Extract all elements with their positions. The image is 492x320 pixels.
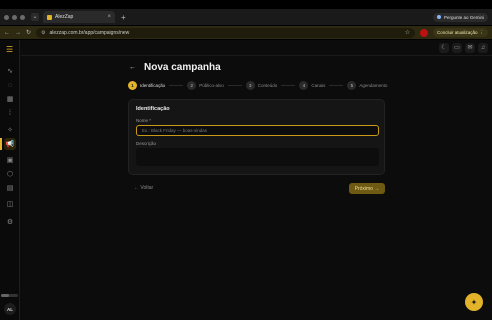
stepper: 1 Identificação 2 Público-alvo 3 Conteúd…: [128, 81, 387, 90]
building-icon[interactable]: ▦: [4, 93, 16, 105]
browser-toolbar: ← → ↻ ⚙ alezzap.com.br/app/campaigns/new…: [0, 26, 492, 39]
name-label: Nome *: [136, 118, 152, 123]
update-label: Concluir atualização: [436, 30, 478, 35]
step-label: Conteúdo: [257, 83, 278, 88]
back-arrow-icon[interactable]: ←: [129, 64, 136, 71]
box-icon[interactable]: ⬡: [4, 168, 16, 180]
sidebar: ☰ ∿ ◌ ▦ ⁞ ✧ 📢 ▣ ⬡ ▤ ◫ ⚙ AL: [0, 40, 20, 320]
profile-avatar-icon[interactable]: [419, 28, 428, 37]
address-bar[interactable]: ⚙ alezzap.com.br/app/campaigns/new ☆: [36, 27, 415, 38]
update-button[interactable]: Concluir atualização ⋮: [432, 28, 488, 37]
description-textarea[interactable]: [136, 148, 379, 166]
site-info-icon[interactable]: ⚙: [41, 30, 45, 36]
logo-icon[interactable]: ☰: [6, 46, 14, 54]
step-number: 1: [128, 81, 137, 90]
app: ☰ ∿ ◌ ▦ ⁞ ✧ 📢 ▣ ⬡ ▤ ◫ ⚙ AL ☾ ▭ ✉ ♫ ← Nov…: [0, 40, 492, 320]
screen: ⌄ AlezZap × + Pergunte ao Gemini ← → ↻ ⚙…: [0, 0, 492, 320]
bookmark-star-icon[interactable]: ☆: [405, 29, 410, 36]
name-input[interactable]: Ex.: Black Friday — boas-vindas: [136, 125, 379, 136]
close-tab-icon[interactable]: ×: [107, 14, 111, 20]
step-divider: [227, 85, 242, 86]
page-header: ← Nova campanha: [129, 62, 221, 73]
menu-dots-icon: ⋮: [479, 29, 485, 35]
page-title: Nova campanha: [144, 62, 221, 73]
step-divider: [169, 85, 184, 86]
settings-gear-icon[interactable]: ⚙: [4, 216, 16, 228]
identification-card: Identificação Nome * Ex.: Black Friday —…: [128, 99, 385, 175]
step-identificacao[interactable]: 1 Identificação: [128, 81, 165, 90]
section-title: Identificação: [136, 106, 170, 112]
message-icon[interactable]: ✉: [465, 43, 475, 53]
megaphone-icon[interactable]: 📢: [4, 138, 16, 150]
forward-nav-icon[interactable]: →: [15, 30, 21, 36]
next-label: Próximo →: [354, 185, 380, 192]
step-label: Agendamento: [359, 83, 388, 88]
calendar-icon[interactable]: ▤: [4, 182, 16, 194]
step-label: Canais: [311, 83, 326, 88]
activity-icon[interactable]: ∿: [4, 65, 16, 77]
window-controls[interactable]: [4, 14, 25, 20]
favicon-icon: [47, 14, 52, 20]
tab-title: AlezZap: [55, 14, 74, 20]
bell-icon[interactable]: ♫: [478, 43, 488, 53]
back-button[interactable]: ← Voltar: [134, 185, 153, 191]
app-topbar: ☾ ▭ ✉ ♫: [21, 40, 492, 56]
browser-tabbar: ⌄ AlezZap × + Pergunte ao Gemini: [0, 9, 492, 25]
tab-search-icon[interactable]: ⌄: [31, 13, 39, 21]
user-avatar[interactable]: AL: [4, 303, 16, 315]
step-divider: [329, 85, 344, 86]
step-publico-alvo[interactable]: 2 Público-alvo: [187, 81, 224, 90]
step-canais[interactable]: 4 Canais: [299, 81, 325, 90]
active-indicator: [0, 138, 2, 150]
name-placeholder: Ex.: Black Friday — boas-vindas: [142, 128, 208, 133]
step-label: Identificação: [140, 83, 166, 88]
gemini-icon: [436, 15, 441, 19]
step-number: 2: [187, 81, 197, 90]
code-icon[interactable]: ⁞: [4, 107, 16, 119]
new-tab-icon[interactable]: +: [121, 13, 126, 22]
step-number: 5: [347, 81, 357, 90]
url-text: alezzap.com.br/app/campaigns/new: [49, 29, 130, 36]
step-agendamento[interactable]: 5 Agendamento: [347, 81, 387, 90]
sparkle-icon[interactable]: ✧: [4, 124, 16, 136]
step-conteudo[interactable]: 3 Conteúdo: [245, 81, 278, 90]
assistant-fab[interactable]: ✦: [465, 293, 483, 311]
gemini-button[interactable]: Pergunte ao Gemini: [432, 12, 488, 22]
step-number: 4: [299, 81, 309, 90]
files-icon[interactable]: ▣: [4, 154, 16, 166]
browser-tab[interactable]: AlezZap ×: [43, 11, 115, 23]
sidebar-scrollbar[interactable]: [1, 294, 18, 297]
chat-icon[interactable]: ◌: [4, 79, 16, 91]
description-label: Descrição: [136, 141, 157, 146]
gemini-label: Pergunte ao Gemini: [443, 14, 484, 20]
sparkles-icon: ✦: [470, 297, 478, 307]
step-label: Público-alvo: [199, 83, 224, 88]
video-icon[interactable]: ▭: [452, 43, 462, 53]
book-icon[interactable]: ◫: [4, 198, 16, 210]
step-number: 3: [245, 81, 255, 90]
step-divider: [281, 85, 296, 86]
reload-icon[interactable]: ↻: [26, 29, 31, 36]
next-button[interactable]: Próximo →: [349, 183, 385, 194]
theme-moon-icon[interactable]: ☾: [439, 43, 449, 53]
back-nav-icon[interactable]: ←: [4, 30, 10, 36]
